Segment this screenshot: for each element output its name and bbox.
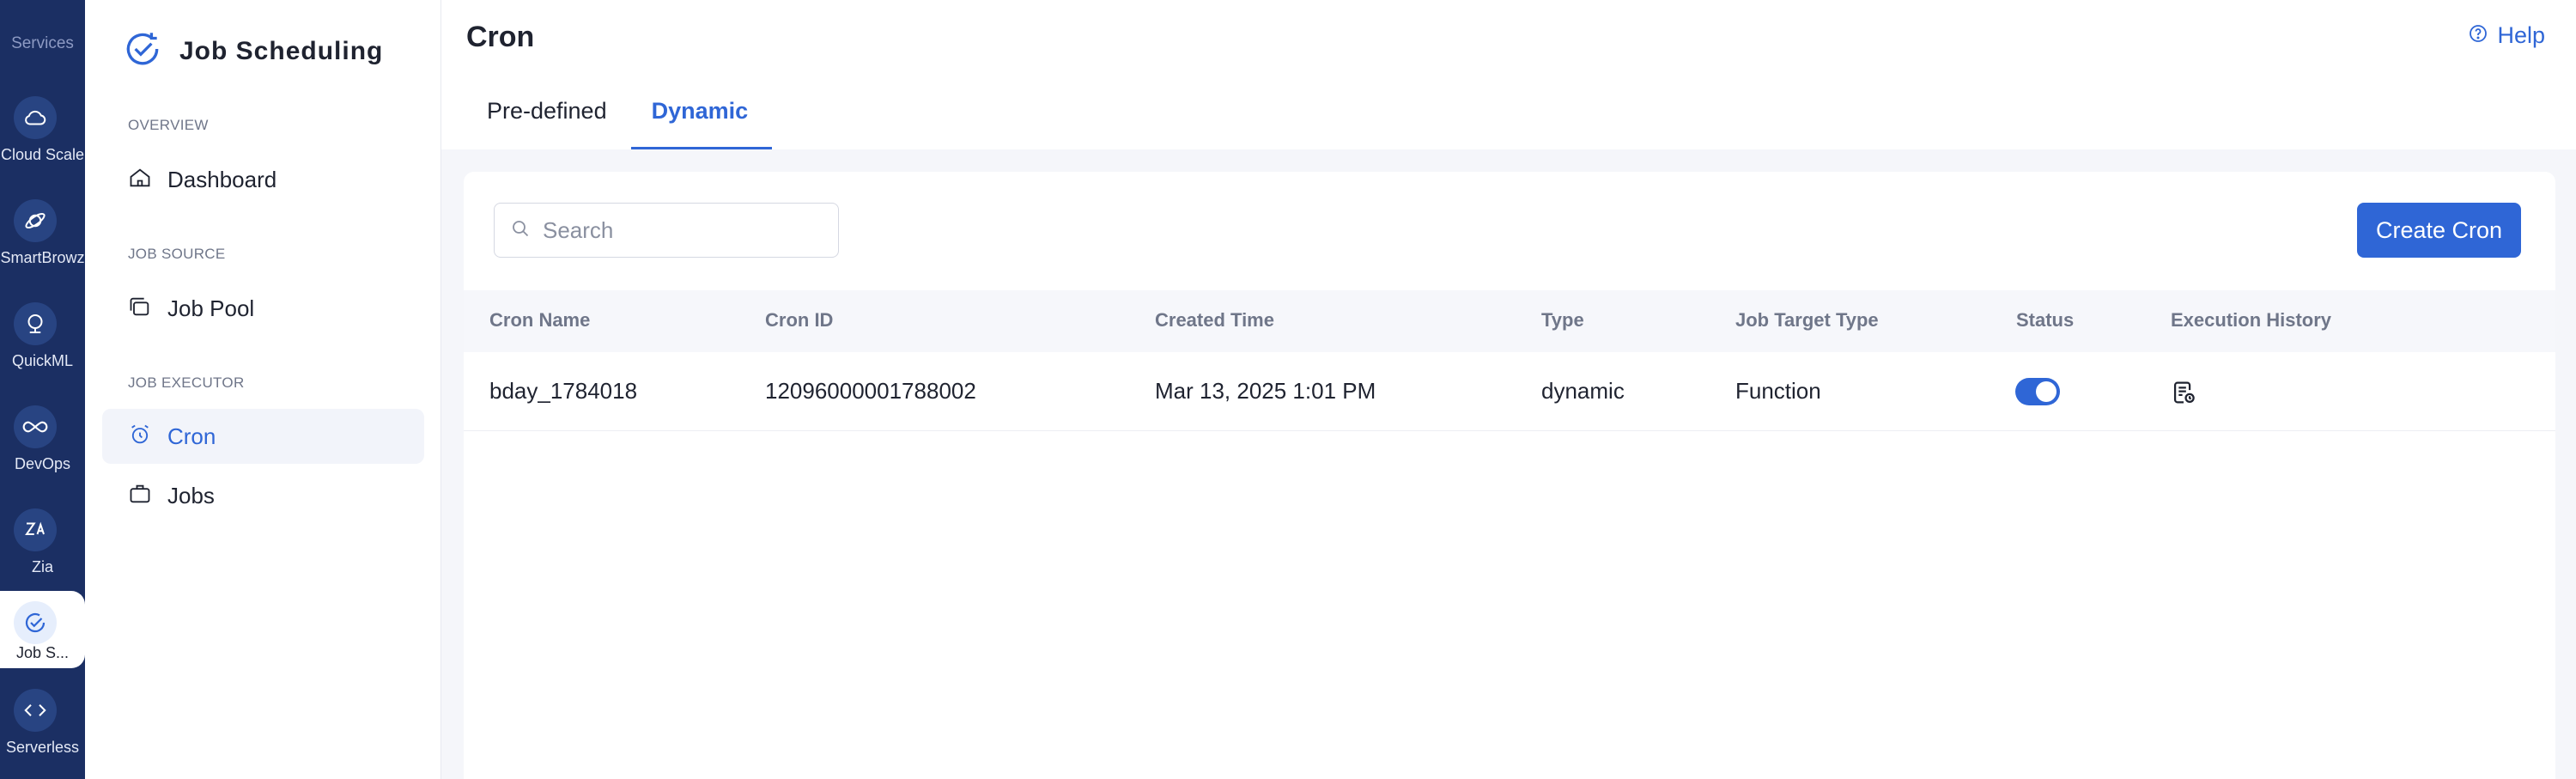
section-heading-job-source: JOB SOURCE [128, 246, 226, 262]
rail-item-job-scheduling[interactable]: Job S... [0, 591, 85, 668]
sidebar-item-job-pool[interactable]: Job Pool [102, 281, 424, 336]
rail-heading: Services [11, 34, 74, 52]
layers-icon [128, 295, 152, 323]
sidebar-item-cron[interactable]: Cron [102, 409, 424, 464]
briefcase-icon [128, 482, 152, 510]
create-cron-button[interactable]: Create Cron [2357, 203, 2521, 258]
rail-item-smartbrowz[interactable]: SmartBrowz [0, 189, 85, 289]
cron-list-card: Create Cron Cron Name Cron ID Created Ti… [464, 172, 2555, 779]
rail-item-zia[interactable]: Zia [0, 498, 85, 598]
column-header-type: Type [1541, 309, 1584, 331]
column-header-status: Status [2016, 309, 2075, 331]
job-scheduling-sidebar: Job Scheduling OVERVIEW Dashboard JOB SO… [85, 0, 441, 779]
sidebar-item-dashboard[interactable]: Dashboard [102, 152, 424, 207]
code-icon [14, 689, 57, 732]
job-scheduling-logo-icon [121, 27, 164, 75]
column-header-cron-id: Cron ID [765, 309, 834, 331]
section-heading-overview: OVERVIEW [128, 117, 209, 133]
status-toggle[interactable] [2015, 378, 2060, 405]
column-header-execution-history: Execution History [2171, 309, 2332, 331]
tab-bar: Pre-defined Dynamic [466, 86, 772, 149]
job-scheduling-icon [14, 601, 57, 644]
search-icon [510, 218, 531, 243]
page-title: Cron [466, 21, 535, 53]
cell-type: dynamic [1541, 378, 1625, 404]
sidebar-item-jobs[interactable]: Jobs [102, 468, 424, 523]
cell-created-time: Mar 13, 2025 1:01 PM [1155, 378, 1376, 404]
rail-item-devops[interactable]: DevOps [0, 395, 85, 495]
table-header: Cron Name Cron ID Created Time Type Job … [464, 290, 2555, 352]
cell-job-target-type: Function [1735, 378, 1821, 404]
column-header-job-target-type: Job Target Type [1735, 309, 1879, 331]
table-row: bday_1784018 12096000001788002 Mar 13, 2… [464, 352, 2555, 431]
column-header-cron-name: Cron Name [489, 309, 591, 331]
search-box [494, 203, 839, 258]
zia-icon [14, 508, 57, 551]
rail-item-cloud-scale[interactable]: Cloud Scale [0, 86, 85, 186]
rail-item-quickml[interactable]: QuickML [0, 292, 85, 392]
tab-dynamic[interactable]: Dynamic [630, 86, 773, 149]
infinity-icon [14, 405, 57, 448]
alarm-clock-icon [128, 423, 152, 451]
toggle-knob [2036, 381, 2057, 402]
execution-history-button[interactable] [2169, 378, 2198, 407]
tab-pre-defined[interactable]: Pre-defined [466, 86, 631, 149]
column-header-created-time: Created Time [1155, 309, 1274, 331]
main-content: Cron Help Pre-defined Dynamic Create Cro… [441, 0, 2576, 779]
help-link[interactable]: Help [2468, 22, 2545, 49]
help-circle-icon [2468, 23, 2488, 48]
cell-cron-name: bday_1784018 [489, 378, 638, 404]
history-document-icon [2173, 381, 2195, 404]
cloud-icon [14, 96, 57, 139]
service-rail: Services Cloud Scale SmartBrowz QuickML … [0, 0, 85, 779]
rail-item-serverless[interactable]: Serverless [0, 679, 85, 778]
home-icon [128, 166, 152, 194]
search-input[interactable] [543, 216, 817, 244]
robot-head-icon [14, 302, 57, 345]
planet-icon [14, 199, 57, 242]
sidebar-title: Job Scheduling [179, 36, 384, 65]
brand: Job Scheduling [121, 27, 383, 75]
page-header: Cron Help Pre-defined Dynamic [441, 0, 2576, 149]
cell-cron-id: 12096000001788002 [765, 378, 976, 404]
section-heading-job-executor: JOB EXECUTOR [128, 374, 245, 391]
